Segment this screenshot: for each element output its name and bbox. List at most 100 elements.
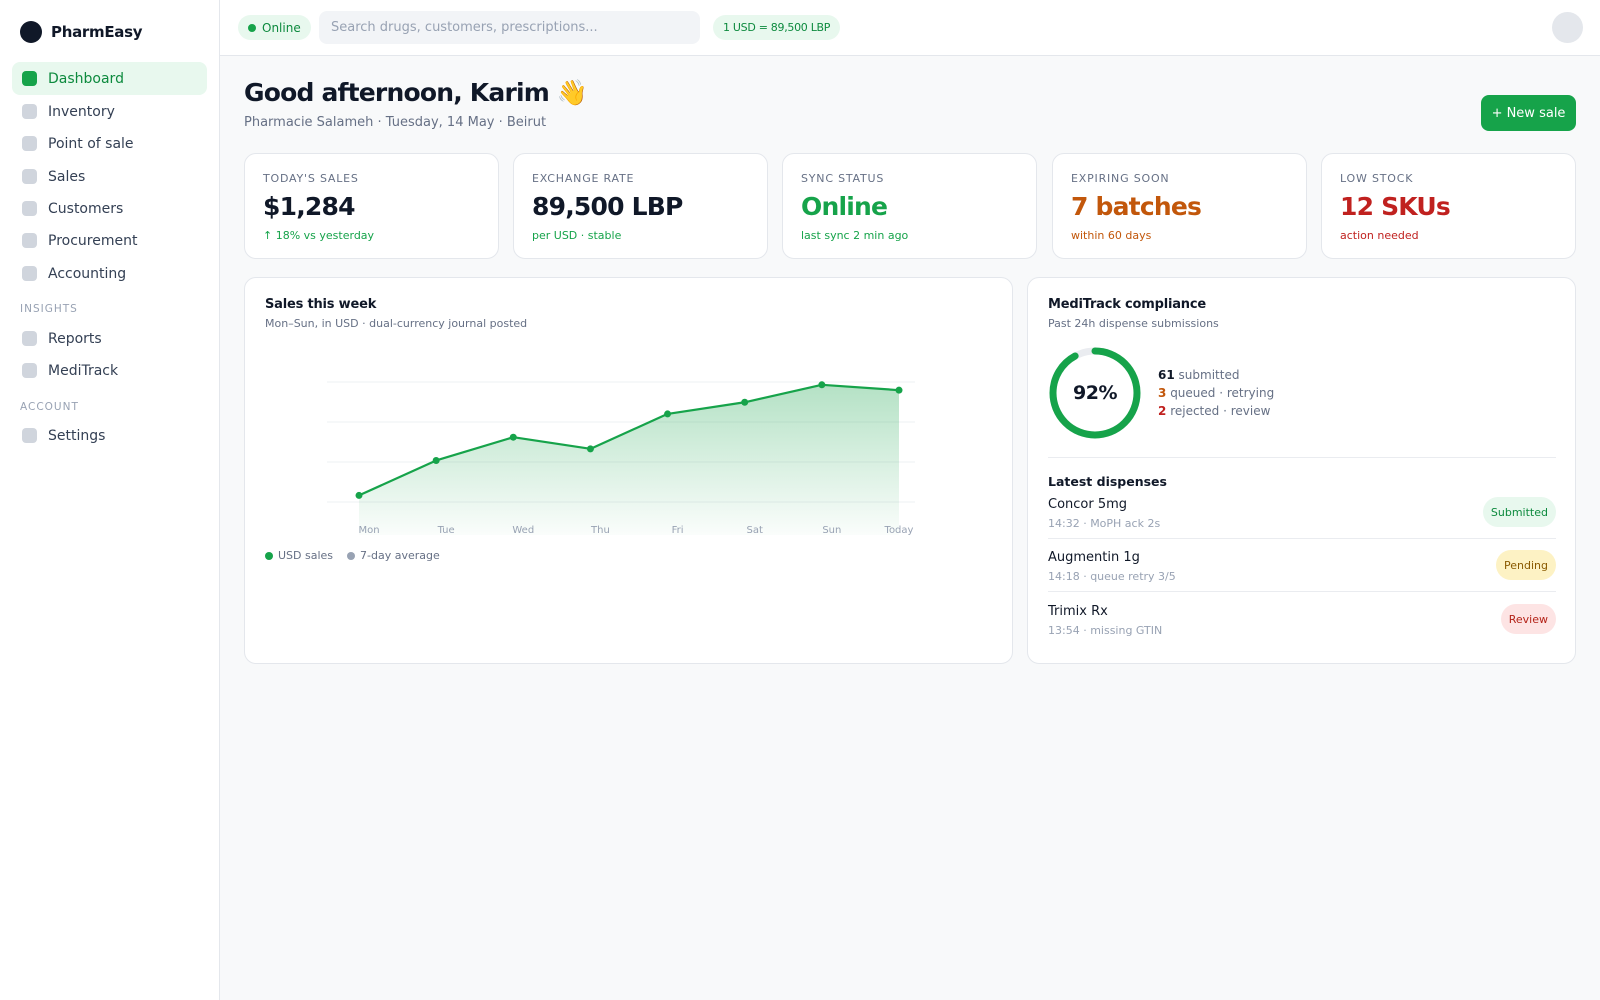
data-point-fri[interactable] <box>664 410 672 418</box>
sidebar-item-label: Point of sale <box>48 135 134 152</box>
dispense-row[interactable]: Augmentin 1g 14:18 · queue retry 3/5 Pen… <box>1048 550 1556 602</box>
legend-dot-icon <box>265 551 273 560</box>
data-point-today[interactable] <box>895 386 903 394</box>
legend-label: 7-day average <box>360 549 440 562</box>
kpi-note: within 60 days <box>1071 229 1152 242</box>
sidebar-item-meditrack[interactable]: MediTrack <box>12 354 207 387</box>
stat-count: 3 <box>1158 386 1167 400</box>
kpi-note: action needed <box>1340 229 1419 242</box>
kpi-note: per USD · stable <box>532 229 622 242</box>
sidebar-item-label: Reports <box>48 330 102 347</box>
sidebar-item-label: Settings <box>48 427 106 444</box>
kpi-value: Online <box>801 192 888 221</box>
sales-icon <box>22 169 37 184</box>
data-point-wed[interactable] <box>509 433 517 441</box>
section-label-account: ACCOUNT <box>20 401 79 413</box>
brand[interactable]: PharmEasy <box>20 21 143 43</box>
status-badge: Pending <box>1496 550 1556 580</box>
data-point-sat[interactable] <box>741 398 749 406</box>
compliance-title: MediTrack compliance <box>1048 297 1206 312</box>
sidebar-item-label: Procurement <box>48 232 138 249</box>
search-input[interactable] <box>319 11 700 44</box>
status-dot-icon <box>248 23 256 32</box>
sidebar-item-settings[interactable]: Settings <box>12 419 207 452</box>
kpi-card-low-stock: Low stock 12 SKUs action needed <box>1321 153 1576 259</box>
dispense-row[interactable]: Trimix Rx 13:54 · missing GTIN Review <box>1048 604 1556 656</box>
dispense-meta: 14:32 · MoPH ack 2s <box>1048 517 1161 530</box>
new-sale-button[interactable]: + New sale <box>1481 95 1576 131</box>
avatar[interactable] <box>1552 12 1583 43</box>
kpi-note: ↑ 18% vs yesterday <box>263 229 375 242</box>
sidebar-item-accounting[interactable]: Accounting <box>12 257 207 290</box>
sidebar-item-label: Sales <box>48 168 86 185</box>
sidebar-item-label: Inventory <box>48 103 115 120</box>
stat-count: 61 <box>1158 368 1175 382</box>
dispense-row[interactable]: Concor 5mg 14:32 · MoPH ack 2s Submitted <box>1048 497 1556 549</box>
legend-dot-icon <box>347 551 356 560</box>
sales-chart-card: Sales this week Mon–Sun, in USD · dual-c… <box>244 277 1013 664</box>
dispense-name: Trimix Rx <box>1048 604 1108 619</box>
kpi-label: Expiring soon <box>1071 172 1170 185</box>
sales-chart: Mon Tue Wed Thu Fri Sat Sun Today <box>327 381 915 536</box>
exchange-rate-pill: 1 USD = 89,500 LBP <box>713 15 841 40</box>
meditrack-icon <box>22 363 37 378</box>
dispense-name: Concor 5mg <box>1048 497 1128 512</box>
sidebar-item-reports[interactable]: Reports <box>12 322 207 355</box>
stat-text: submitted <box>1178 368 1240 382</box>
brand-name: PharmEasy <box>51 23 143 41</box>
accounting-icon <box>22 266 37 281</box>
x-tick-label: Sat <box>747 525 763 536</box>
row-divider <box>1048 591 1556 592</box>
kpi-label: Low stock <box>1340 172 1414 185</box>
x-tick-label: Fri <box>672 525 684 536</box>
sidebar-item-procurement[interactable]: Procurement <box>12 224 207 257</box>
dispense-name: Augmentin 1g <box>1048 550 1140 565</box>
brand-logo-icon <box>20 21 42 43</box>
kpi-label: Today's sales <box>263 172 359 185</box>
page-subtitle: Pharmacie Salameh · Tuesday, 14 May · Be… <box>244 115 547 130</box>
kpi-card-sync-status: Sync status Online last sync 2 min ago <box>782 153 1037 259</box>
x-tick-label: Wed <box>512 525 534 536</box>
data-point-thu[interactable] <box>586 445 594 453</box>
topbar: Online 1 USD = 89,500 LBP <box>220 0 1600 56</box>
sidebar-item-sales[interactable]: Sales <box>12 160 207 193</box>
kpi-value: 12 SKUs <box>1340 192 1451 221</box>
kpi-card-exchange-rate: Exchange rate 89,500 LBP per USD · stabl… <box>513 153 768 259</box>
settings-icon <box>22 428 37 443</box>
x-tick-label: Sun <box>822 525 841 536</box>
row-divider <box>1048 538 1556 539</box>
x-tick-label: Mon <box>358 525 379 536</box>
kpi-card-todays-sales: Today's sales $1,284 ↑ 18% vs yesterday <box>244 153 499 259</box>
stat-queued: 3 queued · retrying <box>1158 386 1274 400</box>
stat-submitted: 61 submitted <box>1158 368 1239 382</box>
status-badge: Submitted <box>1482 497 1556 527</box>
sidebar-item-label: MediTrack <box>48 362 119 379</box>
legend-label: USD sales <box>278 549 334 562</box>
dispense-meta: 14:18 · queue retry 3/5 <box>1048 570 1176 583</box>
data-point-sun[interactable] <box>818 381 826 389</box>
sidebar-item-inventory[interactable]: Inventory <box>12 95 207 128</box>
x-tick-label: Today <box>884 525 914 536</box>
compliance-percent: 92% <box>1073 382 1117 404</box>
data-point-tue[interactable] <box>432 456 440 464</box>
compliance-subtitle: Past 24h dispense submissions <box>1048 317 1219 330</box>
divider <box>1048 457 1556 458</box>
customers-icon <box>22 201 37 216</box>
sidebar-item-dashboard[interactable]: Dashboard <box>12 62 207 95</box>
point-of-sale-icon <box>22 136 37 151</box>
sidebar-item-label: Dashboard <box>48 70 124 87</box>
stat-rejected: 2 rejected · review <box>1158 404 1270 418</box>
sidebar-item-customers[interactable]: Customers <box>12 192 207 225</box>
chart-legend: USD sales 7-day average <box>265 549 440 562</box>
legend-item-usd-sales[interactable]: USD sales <box>265 549 333 562</box>
kpi-label: Sync status <box>801 172 885 185</box>
legend-item-7-day-average[interactable]: 7-day average <box>347 549 440 562</box>
sidebar: PharmEasy Dashboard Inventory Point of s… <box>0 0 220 1000</box>
x-tick-label: Tue <box>437 525 455 536</box>
latest-dispenses-title: Latest dispenses <box>1048 474 1167 489</box>
data-point-mon[interactable] <box>355 491 363 499</box>
kpi-card-expiring-soon: Expiring soon 7 batches within 60 days <box>1052 153 1307 259</box>
sidebar-item-point-of-sale[interactable]: Point of sale <box>12 127 207 160</box>
sidebar-item-label: Accounting <box>48 265 127 282</box>
stat-text: rejected · review <box>1170 404 1271 418</box>
